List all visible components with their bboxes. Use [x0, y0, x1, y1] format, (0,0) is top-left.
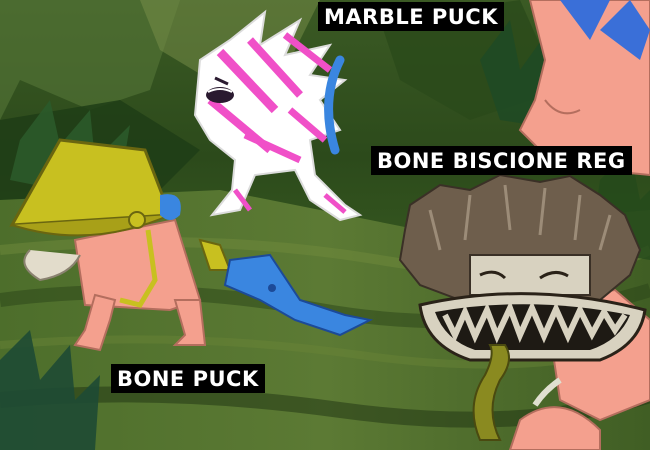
- battle-scene: MARBLE PUCK BONE BISCIONE REG BONE PUCK: [0, 0, 650, 450]
- marble-puck-name-label: MARBLE PUCK: [318, 2, 504, 31]
- bone-puck-name-label: BONE PUCK: [111, 364, 265, 393]
- bone-biscione-name-label: BONE BISCIONE REG: [371, 146, 632, 175]
- scene-art: [0, 0, 650, 450]
